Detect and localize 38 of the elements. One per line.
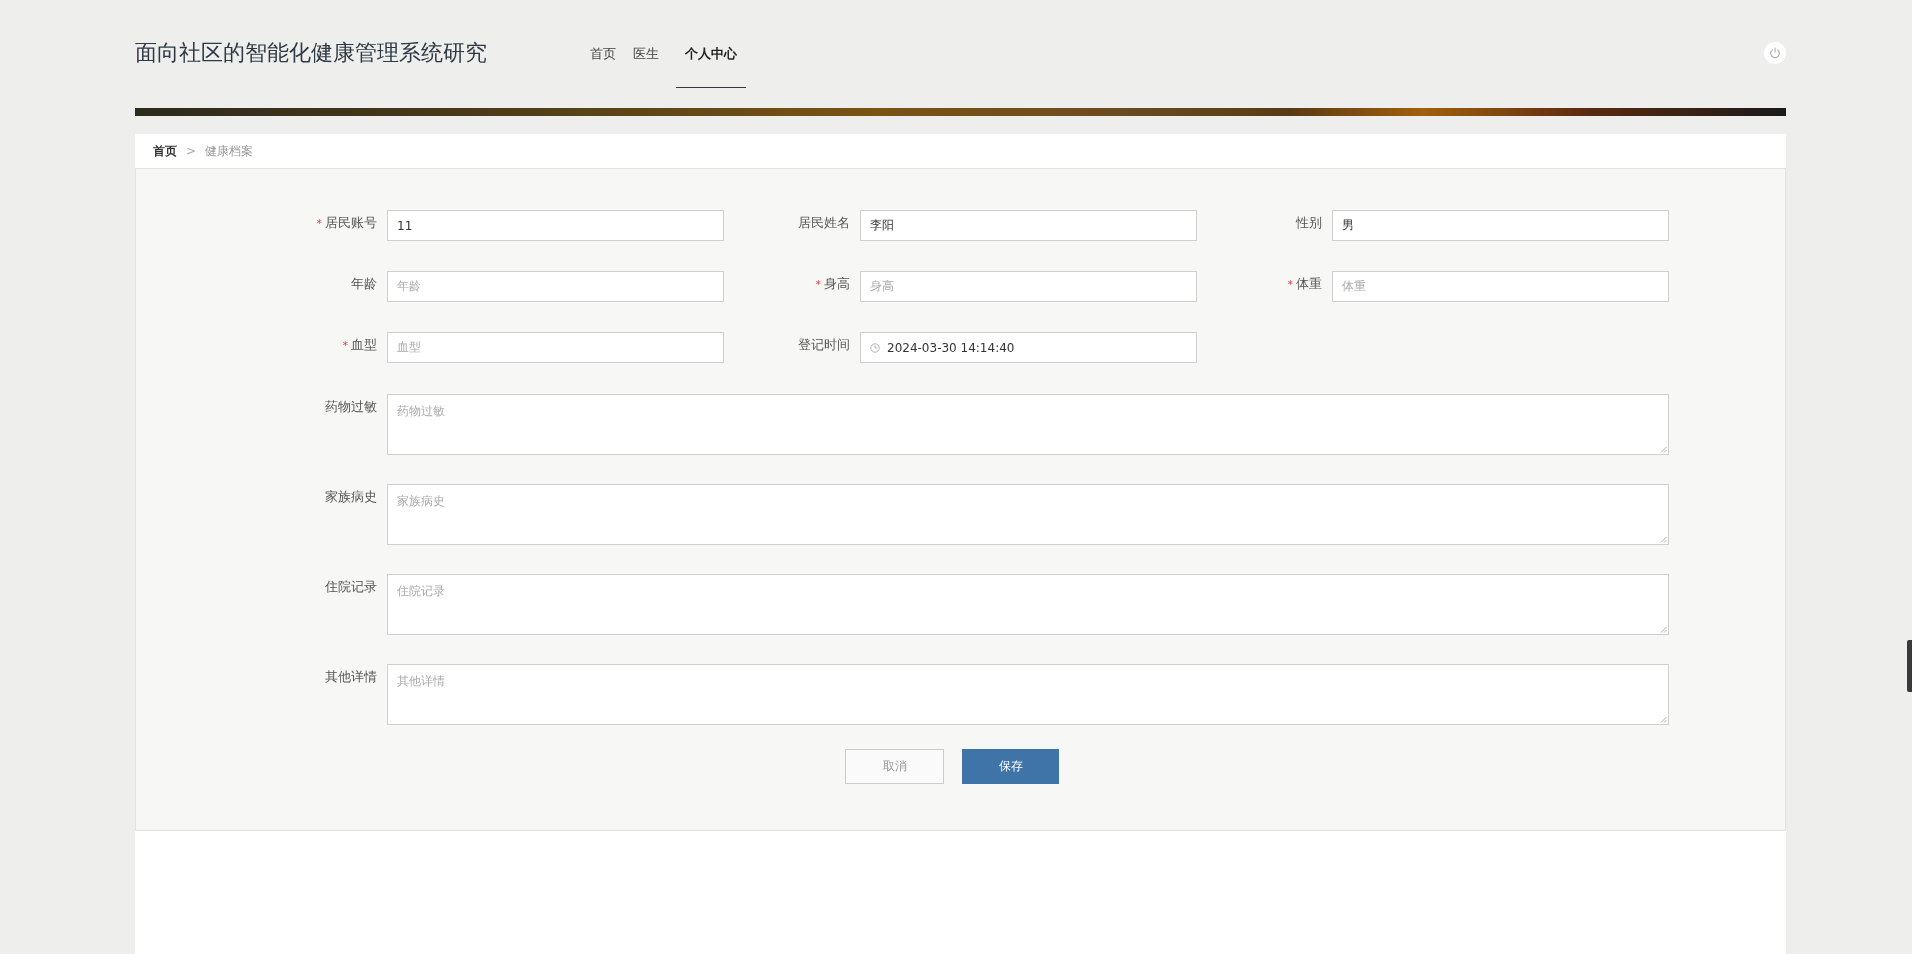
field-label: 年龄	[351, 276, 377, 291]
field-label: 身高	[824, 276, 850, 291]
cancel-button[interactable]: 取消	[845, 749, 944, 784]
required-mark: *	[815, 278, 821, 291]
field-label: 家族病史	[324, 488, 378, 506]
breadcrumb-current: 健康档案	[205, 142, 254, 160]
resize-grip-icon[interactable]	[1660, 716, 1667, 723]
resize-grip-icon[interactable]	[1660, 536, 1667, 543]
breadcrumb-link[interactable]: 首页	[153, 142, 177, 160]
power-button[interactable]	[1764, 42, 1786, 64]
field-label: 体重	[1296, 276, 1322, 291]
required-mark: *	[316, 217, 322, 230]
resize-grip-icon[interactable]	[1660, 446, 1667, 453]
field-label: 居民姓名	[798, 215, 850, 230]
input-field[interactable]: 李阳	[860, 210, 1197, 241]
site-title: 面向社区的智能化健康管理系统研究	[135, 39, 488, 67]
datetime-field[interactable]: 2024-03-30 14:14:40	[860, 332, 1197, 363]
input-field[interactable]: 年龄	[387, 271, 724, 302]
breadcrumb-separator: >	[186, 144, 197, 158]
field-label: 血型	[351, 337, 377, 352]
field-label: 药物过敏	[324, 398, 378, 416]
save-button[interactable]: 保存	[962, 749, 1059, 784]
nav-tab[interactable]: 首页	[590, 45, 616, 88]
clock-icon	[870, 342, 880, 353]
nav-tab[interactable]: 个人中心	[676, 45, 746, 88]
resize-grip-icon[interactable]	[1660, 626, 1667, 633]
side-tab[interactable]	[1907, 640, 1912, 692]
power-icon	[1769, 47, 1781, 59]
field-label: 住院记录	[324, 578, 378, 596]
input-field[interactable]: 男	[1332, 210, 1669, 241]
required-mark: *	[342, 339, 348, 352]
input-field[interactable]: 11	[387, 210, 724, 241]
field-label: 性别	[1296, 215, 1322, 230]
nav-tab[interactable]: 医生	[633, 45, 659, 88]
field-label: 居民账号	[325, 215, 377, 230]
field-label: 其他详情	[324, 668, 378, 686]
required-mark: *	[1287, 278, 1293, 291]
field-label: 登记时间	[798, 337, 850, 352]
